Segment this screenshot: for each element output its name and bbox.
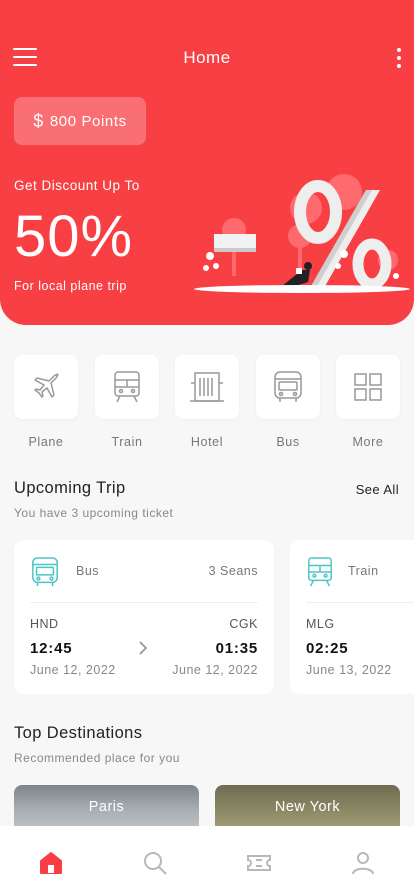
category-more-tile[interactable] (336, 355, 400, 419)
search-icon[interactable] (142, 850, 168, 876)
destination-name: New York (274, 799, 341, 815)
trip-from-time: 12:45 (30, 640, 73, 657)
category-hotel-tile[interactable] (175, 355, 239, 419)
trip-to-code: CGK (229, 617, 258, 631)
points-label: 800 Points (49, 112, 127, 130)
destinations-title: Top Destinations (14, 724, 143, 742)
trip-type: Bus (76, 564, 100, 578)
profile-icon[interactable] (350, 850, 376, 876)
upcoming-title: Upcoming Trip (14, 479, 126, 497)
category-train-label: Train (111, 435, 143, 449)
chevron-right-icon (139, 641, 148, 655)
destinations-subtitle: Recommended place for you (14, 751, 180, 765)
see-all-link[interactable]: See All (356, 482, 399, 497)
category-hotel[interactable]: Hotel (175, 355, 239, 449)
bottom-navigation (0, 826, 414, 896)
discount-label: Get Discount Up To (14, 178, 140, 193)
trip-to-time: 01:35 (215, 640, 258, 657)
trip-from-date: June 12, 2022 (30, 663, 116, 677)
points-badge[interactable]: $ 800 Points (14, 97, 146, 145)
trip-from-code: HND (30, 617, 59, 631)
category-plane-tile[interactable] (14, 355, 78, 419)
trip-type: Train (348, 564, 379, 578)
plane-icon (34, 373, 59, 398)
upcoming-subtitle: You have 3 upcoming ticket (14, 506, 174, 520)
discount-value: 50% (14, 204, 134, 269)
category-plane-label: Plane (28, 435, 64, 449)
category-more-label: More (352, 435, 384, 449)
bus-icon (32, 557, 58, 587)
destination-name: Paris (88, 799, 125, 815)
category-bus[interactable]: Bus (256, 355, 320, 449)
promo-header: Home $ 800 Points Get Discount Up To 50%… (0, 0, 414, 325)
hotel-icon (190, 372, 224, 402)
discount-note: For local plane trip (14, 279, 127, 293)
trip-from-time: 02:25 (306, 640, 349, 657)
category-row: Plane Train Hotel Bus More (14, 355, 400, 455)
page-title: Home (183, 48, 231, 67)
trip-card-train[interactable]: Train MLG 02:25 June 13, 2022 (290, 540, 414, 694)
grid-icon (354, 373, 382, 401)
category-bus-label: Bus (276, 435, 300, 449)
trip-to-date: June 12, 2022 (172, 663, 258, 677)
trip-divider (306, 602, 414, 603)
currency-symbol: $ (33, 110, 44, 131)
trip-divider (30, 602, 258, 603)
trip-card-bus[interactable]: Bus 3 Seans HND CGK 12:45 01:35 June 12,… (14, 540, 274, 694)
category-plane[interactable]: Plane (14, 355, 78, 449)
trip-from-date: June 13, 2022 (306, 663, 392, 677)
train-icon (308, 557, 332, 587)
category-more[interactable]: More (336, 355, 400, 449)
trip-seats: 3 Seans (208, 564, 258, 578)
discount-illustration (194, 174, 410, 293)
trip-from-code: MLG (306, 617, 335, 631)
more-options-icon[interactable] (396, 48, 402, 68)
category-bus-tile[interactable] (256, 355, 320, 419)
category-train-tile[interactable] (95, 355, 159, 419)
category-train[interactable]: Train (95, 355, 159, 449)
bus-icon (274, 371, 302, 402)
train-icon (114, 371, 140, 403)
home-icon[interactable] (38, 850, 64, 876)
ticket-icon[interactable] (246, 850, 272, 876)
category-hotel-label: Hotel (190, 435, 224, 449)
